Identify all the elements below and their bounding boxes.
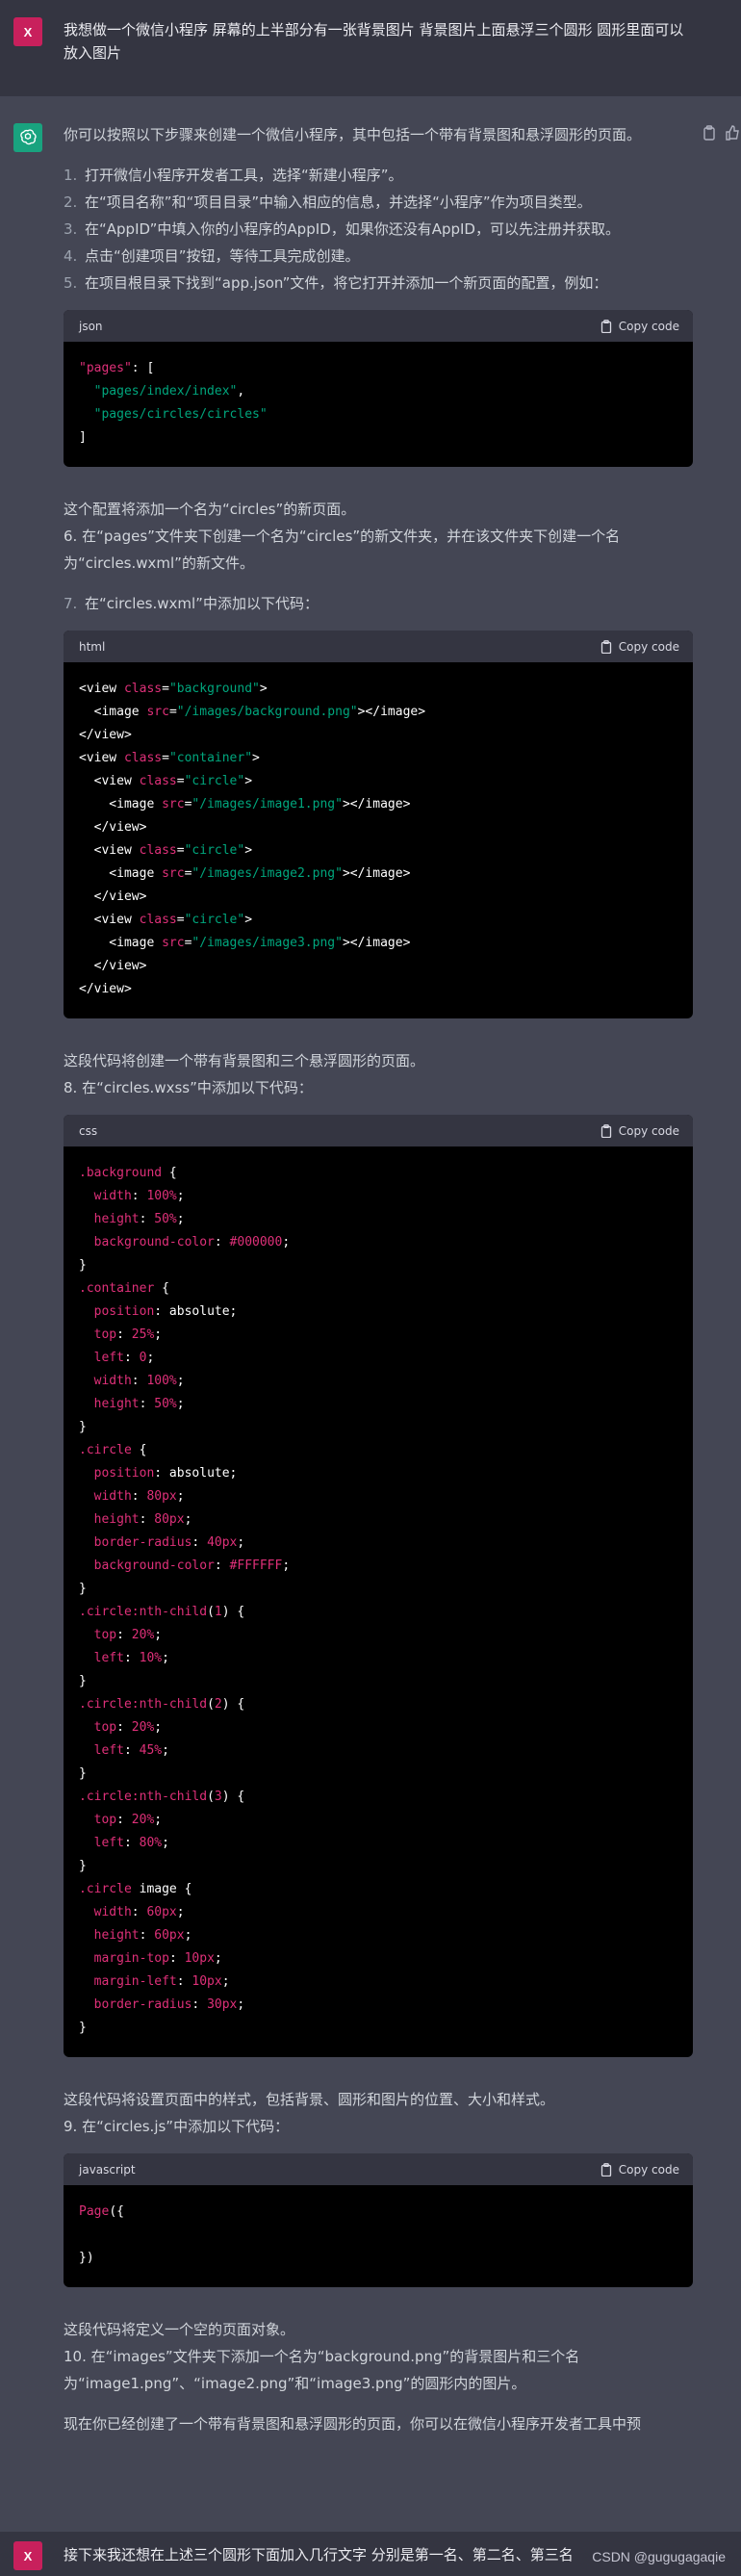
- step-2: 2. 在“项目名称”和“项目目录”中输入相应的信息，并选择“小程序”作为项目类型。: [64, 193, 592, 211]
- step-10: 10. 在“images”文件夹下添加一个名为“background.png”的…: [64, 2348, 580, 2392]
- code-content: <view class="background"> <image src="/i…: [79, 682, 426, 996]
- assistant-message: 你可以按照以下步骤来创建一个微信小程序，其中包括一个带有背景图和悬浮圆形的页面。…: [64, 121, 693, 2437]
- steps-list: 1. 打开微信小程序开发者工具，选择“新建小程序”。 2. 在“项目名称”和“项目目…: [64, 162, 693, 296]
- user-avatar: X: [13, 2541, 42, 2570]
- step-8: 8. 在“circles.wxss”中添加以下代码：: [64, 1079, 313, 1096]
- user-message-text: 我想做一个微信小程序 屏幕的上半部分有一张背景图片 背景图片上面悬浮三个圆形 圆…: [64, 21, 684, 62]
- after-code-4: 这段代码将定义一个空的页面对象。: [64, 2321, 295, 2338]
- code-header: html Copy code: [64, 631, 693, 662]
- copy-icon: [600, 639, 611, 654]
- code-language-label: javascript: [79, 2162, 136, 2177]
- step-3: 3. 在“AppID”中填入你的小程序的AppID，如果你还没有AppID，可以先…: [64, 220, 620, 238]
- step-7: 7. 在“circles.wxml”中添加以下代码：: [64, 595, 319, 612]
- code-block-html: html Copy code <view class="background">…: [64, 631, 693, 1018]
- code-content: Page({ }): [79, 2204, 124, 2265]
- after-code-1: 这个配置将添加一个名为“circles”的新页面。: [64, 501, 356, 518]
- code-block-css: css Copy code .background { width: 100%;…: [64, 1115, 693, 2057]
- code-block-json: json Copy code "pages": [ "pages/index/i…: [64, 310, 693, 467]
- code-content: .background { width: 100%; height: 50%; …: [79, 1166, 291, 2035]
- watermark: CSDN @gugugagaqie: [592, 2549, 726, 2564]
- copy-icon: [600, 1123, 611, 1138]
- code-header: javascript Copy code: [64, 2153, 693, 2185]
- message-actions: [703, 125, 739, 141]
- assistant-avatar: [13, 123, 42, 152]
- code-header: json Copy code: [64, 310, 693, 342]
- code-content: "pages": [ "pages/index/index", "pages/c…: [79, 361, 268, 445]
- copy-code-button[interactable]: Copy code: [600, 633, 679, 660]
- copy-icon: [600, 319, 611, 333]
- openai-logo-icon: [20, 129, 37, 145]
- assistant-intro: 你可以按照以下步骤来创建一个微信小程序，其中包括一个带有背景图和悬浮圆形的页面。: [64, 126, 642, 143]
- code-header: css Copy code: [64, 1115, 693, 1146]
- step-5: 5. 在项目根目录下找到“app.json”文件，将它打开并添加一个新页面的配置，…: [64, 274, 608, 292]
- thumbs-up-icon[interactable]: [726, 125, 739, 141]
- step-6: 6. 在“pages”文件夹下创建一个名为“circles”的新文件夹，并在该文…: [64, 528, 621, 572]
- code-block-javascript: javascript Copy code Page({ }): [64, 2153, 693, 2287]
- step-1: 1. 打开微信小程序开发者工具，选择“新建小程序”。: [64, 167, 403, 184]
- code-language-label: css: [79, 1123, 98, 1138]
- code-language-label: html: [79, 639, 106, 654]
- step-9: 9. 在“circles.js”中添加以下代码：: [64, 2118, 290, 2135]
- copy-code-button[interactable]: Copy code: [600, 313, 679, 340]
- copy-code-button[interactable]: Copy code: [600, 2156, 679, 2183]
- user-message-1: X 我想做一个微信小程序 屏幕的上半部分有一张背景图片 背景图片上面悬浮三个圆形…: [0, 0, 741, 96]
- code-language-label: json: [79, 319, 103, 333]
- user-avatar: X: [13, 17, 42, 46]
- copy-code-button[interactable]: Copy code: [600, 1118, 679, 1145]
- step-4: 4. 点击“创建项目”按钮，等待工具完成创建。: [64, 247, 360, 265]
- after-code-2: 这段代码将创建一个带有背景图和三个悬浮圆形的页面。: [64, 1052, 425, 1069]
- copy-icon: [600, 2162, 611, 2177]
- after-code-3: 这段代码将设置页面中的样式，包括背景、圆形和图片的位置、大小和样式。: [64, 2091, 555, 2108]
- closing-text: 现在你已经创建了一个带有背景图和悬浮圆形的页面，你可以在微信小程序开发者工具中预: [64, 2415, 642, 2433]
- clipboard-icon[interactable]: [703, 125, 716, 141]
